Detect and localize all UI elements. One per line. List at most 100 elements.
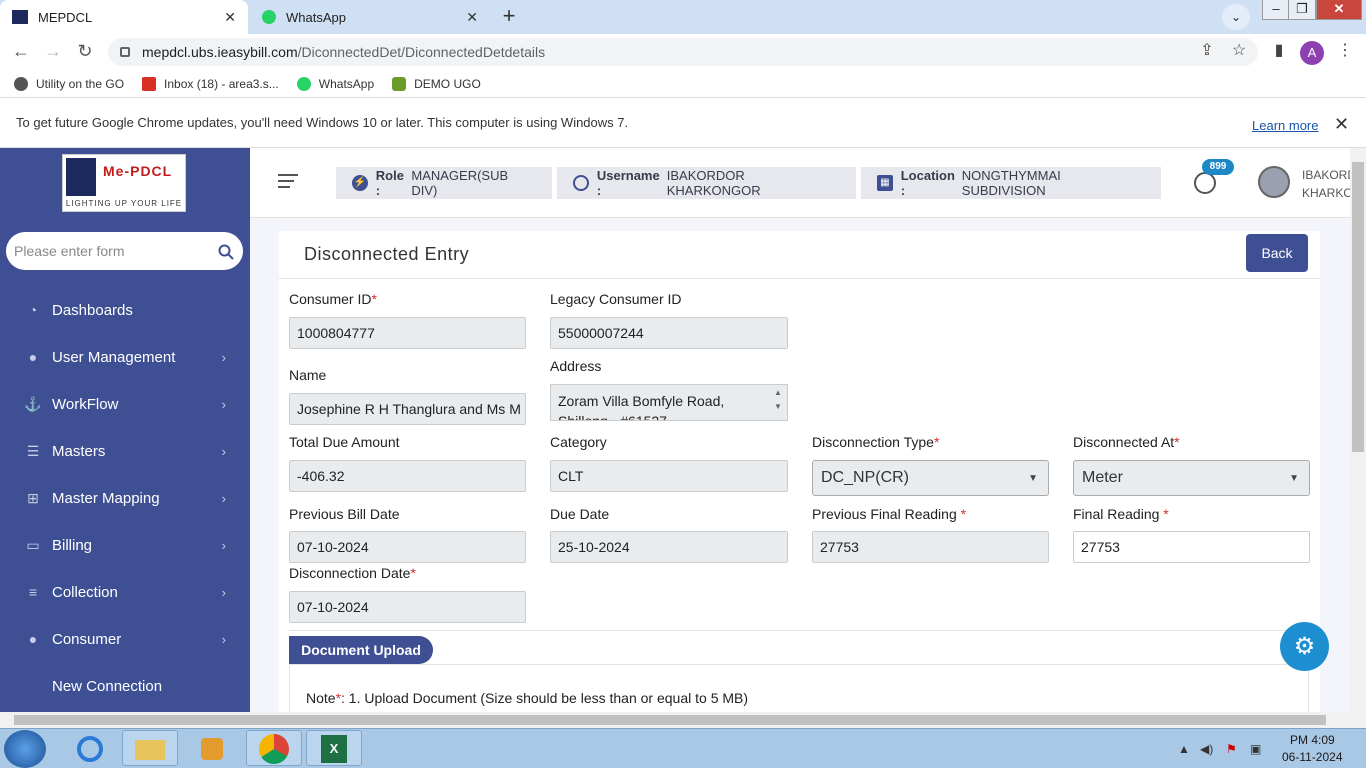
settings-gear-icon[interactable]: ⚙	[1280, 622, 1329, 671]
logo-text: Me-PDCL	[103, 163, 173, 179]
sidebar-item-label: Billing	[52, 536, 93, 554]
bookmark-utility-on-the-go[interactable]: Utility on the GO	[14, 76, 125, 91]
legacy-consumer-id-label: Legacy Consumer ID	[550, 291, 682, 307]
back-arrow-icon[interactable]: ←	[10, 41, 32, 63]
chrome-icon[interactable]	[246, 730, 302, 766]
back-button[interactable]: Back	[1246, 234, 1308, 272]
bookmark-demo-ugo[interactable]: DEMO UGO	[392, 76, 481, 91]
tab-search-icon[interactable]: ⌄	[1222, 4, 1250, 30]
url-host: mepdcl.ubs.ieasybill.com	[142, 44, 298, 60]
final-reading-label: Final Reading *	[1073, 506, 1169, 522]
minimize-button[interactable]: –	[1262, 0, 1290, 20]
sidebar-item-workflow[interactable]: ⚓ WorkFlow ›	[0, 381, 250, 427]
horizontal-scrollbar-thumb[interactable]	[14, 715, 1326, 725]
close-tab-icon[interactable]: ✕	[466, 9, 478, 26]
file-explorer-icon[interactable]	[122, 730, 178, 766]
url-field[interactable]: mepdcl.ubs.ieasybill.com/DiconnectedDet/…	[108, 38, 1258, 66]
hamburger-menu-icon[interactable]	[278, 172, 298, 190]
infobar-close-icon[interactable]: ✕	[1334, 114, 1349, 135]
previous-final-reading-field[interactable]: 27753	[812, 531, 1049, 563]
header-username-line2: KHARKO	[1302, 186, 1353, 200]
sidebar: Me-PDCL LIGHTING UP YOUR LIFE Please ent…	[0, 148, 250, 712]
chevron-right-icon: ›	[221, 584, 226, 600]
select-value: DC_NP(CR)	[821, 469, 909, 486]
name-field[interactable]: Josephine R H Thanglura and Ms M	[289, 393, 526, 425]
user-icon: ●	[28, 349, 38, 365]
reload-icon[interactable]: ↻	[74, 41, 96, 63]
close-tab-icon[interactable]: ✕	[224, 9, 236, 26]
monitor-icon: ▭	[26, 536, 40, 553]
consumer-id-field[interactable]: 1000804777	[289, 317, 526, 349]
sidebar-item-consumer[interactable]: ● Consumer ›	[0, 616, 250, 662]
sidebar-item-billing[interactable]: ▭ Billing ›	[0, 522, 250, 568]
maximize-button[interactable]: ❐	[1288, 0, 1316, 20]
media-player-icon[interactable]	[184, 730, 240, 766]
lock-icon[interactable]	[120, 47, 130, 57]
disconnected-at-label: Disconnected At*	[1073, 434, 1180, 450]
user-icon: ●	[28, 631, 38, 647]
excel-icon[interactable]: X	[306, 730, 362, 766]
system-time[interactable]: PM 4:09	[1290, 733, 1335, 747]
sidebar-item-masters[interactable]: ☰ Masters ›	[0, 428, 250, 474]
network-icon[interactable]: ▣	[1250, 742, 1261, 756]
bookmark-label: Utility on the GO	[36, 76, 125, 91]
profile-avatar[interactable]: A	[1300, 41, 1324, 65]
window-close-button[interactable]: ✕	[1316, 0, 1362, 20]
bookmark-inbox[interactable]: Inbox (18) - area3.s...	[142, 76, 279, 91]
update-info-bar: To get future Google Chrome updates, you…	[0, 98, 1366, 148]
learn-more-link[interactable]: Learn more	[1252, 118, 1318, 133]
volume-icon[interactable]: ◀)	[1200, 742, 1213, 756]
browser-tab-mepdcl[interactable]: MEPDCL ✕	[0, 0, 248, 34]
previous-bill-date-field[interactable]: 07-10-2024	[289, 531, 526, 563]
share-icon[interactable]: ⇪	[1196, 41, 1218, 63]
consumer-id-label: Consumer ID*	[289, 291, 377, 307]
avatar[interactable]	[1258, 166, 1290, 198]
disconnected-at-select[interactable]: Meter ▼	[1073, 460, 1310, 496]
side-panel-icon[interactable]: ▮	[1268, 41, 1290, 63]
search-icon[interactable]	[218, 244, 234, 260]
due-date-field[interactable]: 25-10-2024	[550, 531, 788, 563]
disconnection-type-select[interactable]: DC_NP(CR) ▼	[812, 460, 1049, 496]
sidebar-item-user-management[interactable]: ● User Management ›	[0, 334, 250, 380]
address-label: Address	[550, 358, 602, 374]
bookmark-label: DEMO UGO	[414, 76, 481, 91]
chrome-menu-icon[interactable]: ⋮	[1334, 41, 1356, 63]
bookmark-star-icon[interactable]: ☆	[1228, 41, 1250, 63]
internet-explorer-icon[interactable]	[62, 730, 118, 766]
tray-up-arrow-icon[interactable]: ▲	[1178, 742, 1190, 756]
disconnection-date-field[interactable]: 07-10-2024	[289, 591, 526, 623]
sidebar-search-input[interactable]: Please enter form	[6, 232, 243, 270]
browser-tab-whatsapp[interactable]: WhatsApp ✕	[250, 0, 490, 34]
notification-badge: 899	[1202, 159, 1234, 175]
windows-start-icon[interactable]	[4, 730, 46, 768]
label-text: Previous Final Reading	[812, 506, 961, 522]
sidebar-item-new-connection[interactable]: New Connection	[0, 663, 250, 709]
new-tab-button[interactable]: +	[496, 5, 522, 29]
sidebar-item-dashboards[interactable]: ◔ Dashboards	[0, 287, 250, 333]
bookmark-whatsapp[interactable]: WhatsApp	[296, 76, 374, 91]
sidebar-item-label: Master Mapping	[52, 489, 160, 507]
sidebar-item-master-mapping[interactable]: ⊞ Master Mapping ›	[0, 475, 250, 521]
forward-arrow-icon[interactable]: →	[42, 41, 64, 63]
category-field[interactable]: CLT	[550, 460, 788, 492]
flag-icon[interactable]: ⚑	[1226, 742, 1237, 756]
required-mark: *	[1163, 506, 1169, 522]
system-date[interactable]: 06-11-2024	[1282, 750, 1343, 764]
due-date-label: Due Date	[550, 506, 610, 522]
total-due-label: Total Due Amount	[289, 434, 400, 450]
total-due-field[interactable]: -406.32	[289, 460, 526, 492]
address-textarea[interactable]: Zoram Villa Bomfyle Road, Shillong - #61…	[550, 384, 788, 421]
final-reading-field[interactable]: 27753	[1073, 531, 1310, 563]
mepdcl-logo: Me-PDCL LIGHTING UP YOUR LIFE	[62, 154, 186, 212]
label-text: Disconnection Type	[812, 434, 934, 450]
sidebar-item-label: Collection	[52, 583, 118, 601]
document-upload-tab[interactable]: Document Upload	[289, 636, 433, 664]
sidebar-item-collection[interactable]: ≡ Collection ›	[0, 569, 250, 615]
notification-clock-icon[interactable]	[1194, 172, 1216, 194]
legacy-consumer-id-field[interactable]: 55000007244	[550, 317, 788, 349]
vertical-scrollbar-thumb[interactable]	[1352, 162, 1364, 452]
bookmark-label: Inbox (18) - area3.s...	[164, 76, 279, 91]
whatsapp-icon	[296, 76, 311, 91]
page-title: Disconnected Entry	[304, 244, 470, 264]
textarea-scroll-arrows-icon[interactable]: ▲ ▼	[770, 386, 786, 419]
